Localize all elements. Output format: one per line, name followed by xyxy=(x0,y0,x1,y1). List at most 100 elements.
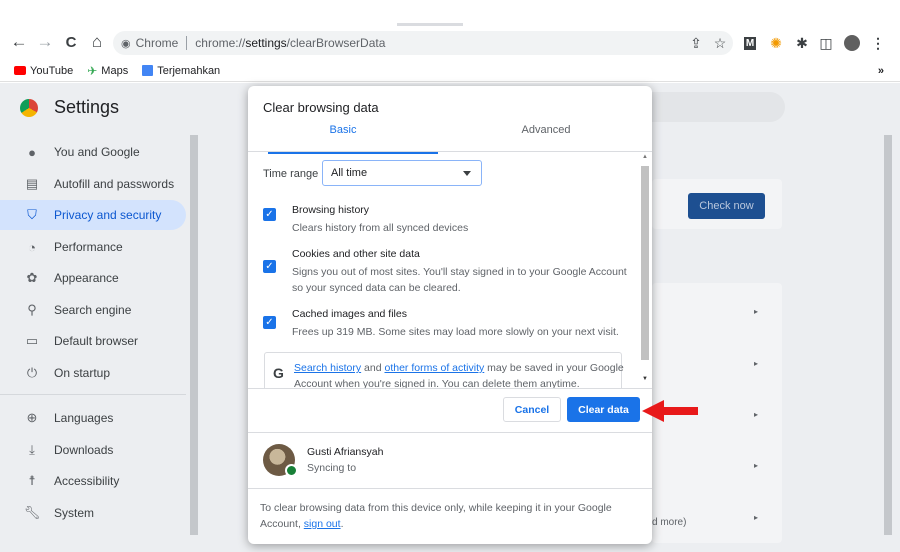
sign-out-link[interactable]: sign out xyxy=(304,518,341,530)
sidebar-item-default-browser[interactable]: ▭ Default browser xyxy=(0,326,186,356)
check-now-button[interactable]: Check now xyxy=(688,193,765,219)
sidebar-item-accessibility[interactable]: ☨ Accessibility xyxy=(0,466,186,496)
scroll-up-icon[interactable]: ▲ xyxy=(642,154,648,160)
other-activity-link[interactable]: other forms of activity xyxy=(384,362,484,374)
option-description: Clears history from all synced devices xyxy=(292,222,469,234)
profile-avatar-icon[interactable] xyxy=(842,32,862,54)
search-history-link[interactable]: Search history xyxy=(294,362,361,374)
sidebar-item-appearance[interactable]: ✿ Appearance xyxy=(0,263,186,293)
option-title: Cached images and files xyxy=(292,308,407,320)
scroll-down-icon[interactable]: ▼ xyxy=(642,376,648,382)
bookmarks-bar: YouTube ✈ Maps Terjemahkan » xyxy=(0,60,900,82)
sidebar-item-label: System xyxy=(54,506,95,520)
sidebar-item-label: On startup xyxy=(54,366,111,380)
youtube-icon xyxy=(14,66,26,75)
menu-icon[interactable]: ⋮ xyxy=(868,32,888,54)
option-cached-files: ✓ Cached images and files Frees up 319 M… xyxy=(263,308,633,344)
sidebar-item-label: Languages xyxy=(54,411,114,425)
sidebar-item-system[interactable]: 🔧︎ System xyxy=(0,498,186,528)
settings-title: Settings xyxy=(54,97,120,117)
footer-note: To clear browsing data from this device … xyxy=(260,502,612,530)
site-chip-label: Chrome xyxy=(135,36,179,50)
notice-text: Search history and other forms of activi… xyxy=(294,362,624,388)
sidebar-item-label: Accessibility xyxy=(54,474,120,488)
bookmark-youtube[interactable]: YouTube xyxy=(14,65,73,77)
reload-icon[interactable]: C xyxy=(60,30,82,54)
bookmark-label: Maps xyxy=(101,64,129,77)
extensions-puzzle-icon[interactable]: ✱ xyxy=(792,32,812,54)
row-arrow-icon[interactable]: ▸ xyxy=(754,513,758,522)
cancel-button[interactable]: Cancel xyxy=(503,397,561,422)
bookmark-star-icon[interactable]: ☆ xyxy=(710,32,730,54)
home-icon[interactable]: ⌂ xyxy=(86,30,108,54)
option-browsing-history: ✓ Browsing history Clears history from a… xyxy=(263,204,633,240)
scrollbar-thumb[interactable] xyxy=(641,166,649,360)
wrench-icon: 🔧︎ xyxy=(23,505,41,520)
google-g-icon: G xyxy=(273,365,284,381)
sidebar-item-search-engine[interactable]: ⚲ Search engine xyxy=(0,295,186,325)
settings-sidebar: Settings ● You and Google ▤ Autofill and p… xyxy=(0,83,200,552)
browsing-history-checkbox[interactable]: ✓ xyxy=(263,208,276,221)
tab-basic[interactable]: Basic xyxy=(248,124,438,154)
back-icon[interactable]: ← xyxy=(8,30,30,54)
cached-files-checkbox[interactable]: ✓ xyxy=(263,316,276,329)
page-scrollbar[interactable] xyxy=(884,135,892,535)
option-title: Cookies and other site data xyxy=(292,248,420,260)
shield-icon: ⛉ xyxy=(27,207,37,222)
sidebar-divider xyxy=(0,394,186,395)
translate-icon xyxy=(142,65,154,76)
sidebar-scrollbar[interactable] xyxy=(190,135,198,535)
dialog-content: Time range All time ✓ Browsing history C… xyxy=(248,152,652,388)
divider xyxy=(248,388,652,389)
url-text: chrome://settings/clearBrowserData xyxy=(195,36,386,50)
row-arrow-icon[interactable]: ▸ xyxy=(754,359,758,368)
row-arrow-icon[interactable]: ▸ xyxy=(754,410,758,419)
divider xyxy=(248,488,652,489)
account-avatar xyxy=(263,444,298,477)
row-arrow-icon[interactable]: ▸ xyxy=(754,461,758,470)
maps-icon: ✈ xyxy=(87,63,98,78)
sidebar-item-label: Appearance xyxy=(54,271,119,285)
person-icon: ● xyxy=(28,144,36,160)
site-chip[interactable]: ◉ Chrome xyxy=(121,36,188,50)
red-arrow-icon xyxy=(642,400,698,422)
cookies-checkbox[interactable]: ✓ xyxy=(263,260,276,273)
accessibility-icon: ☨ xyxy=(28,473,36,488)
bookmark-maps[interactable]: ✈ Maps xyxy=(87,64,128,78)
sidebar-item-languages[interactable]: ⊕ Languages xyxy=(0,403,186,433)
search-settings-box[interactable] xyxy=(650,92,785,122)
sidebar-item-label: Autofill and passwords xyxy=(54,177,175,191)
sidebar-item-autofill[interactable]: ▤ Autofill and passwords xyxy=(0,169,186,199)
time-range-value: All time xyxy=(331,167,368,179)
sidebar-item-label: You and Google xyxy=(54,145,140,159)
forward-icon[interactable]: → xyxy=(34,30,56,54)
tab-advanced[interactable]: Advanced xyxy=(446,124,646,150)
sidebar-item-privacy[interactable]: ⛉ Privacy and security xyxy=(0,200,186,230)
side-panel-icon[interactable]: ◫ xyxy=(816,32,836,54)
share-icon[interactable]: ⇪ xyxy=(686,32,706,54)
sidebar-item-you-and-google[interactable]: ● You and Google xyxy=(0,137,186,167)
dropdown-caret-icon xyxy=(463,171,471,176)
time-range-label: Time range xyxy=(263,168,319,180)
divider xyxy=(248,432,652,433)
dialog-scrollbar[interactable]: ▲ ▼ xyxy=(641,152,649,388)
sidebar-item-downloads[interactable]: ⤓ Downloads xyxy=(0,435,186,465)
clear-data-button[interactable]: Clear data xyxy=(567,397,640,422)
gmail-extension-icon[interactable]: M xyxy=(740,32,760,54)
sidebar-item-performance[interactable]: ◔ Performance xyxy=(0,232,186,262)
tab-strip xyxy=(0,0,900,26)
extension-icon[interactable]: ✺ xyxy=(766,32,786,54)
account-name: Gusti Afriansyah xyxy=(307,446,384,458)
clipboard-icon: ▤ xyxy=(25,176,39,191)
dialog-title: Clear browsing data xyxy=(263,100,379,115)
sidebar-item-on-startup[interactable]: ⏻ On startup xyxy=(0,358,186,388)
more-bookmarks-icon[interactable]: » xyxy=(878,65,884,77)
option-description: Signs you out of most sites. You'll stay… xyxy=(292,266,627,294)
address-bar[interactable]: ◉ Chrome chrome://settings/clearBrowserD… xyxy=(113,31,733,55)
row-arrow-icon[interactable]: ▸ xyxy=(754,307,758,316)
bookmark-translate[interactable]: Terjemahkan xyxy=(142,65,220,77)
time-range-select[interactable]: All time xyxy=(322,160,482,186)
search-icon: ⚲ xyxy=(27,302,37,317)
sidebar-item-label: Search engine xyxy=(54,303,132,317)
browser-icon: ▭ xyxy=(25,333,39,348)
